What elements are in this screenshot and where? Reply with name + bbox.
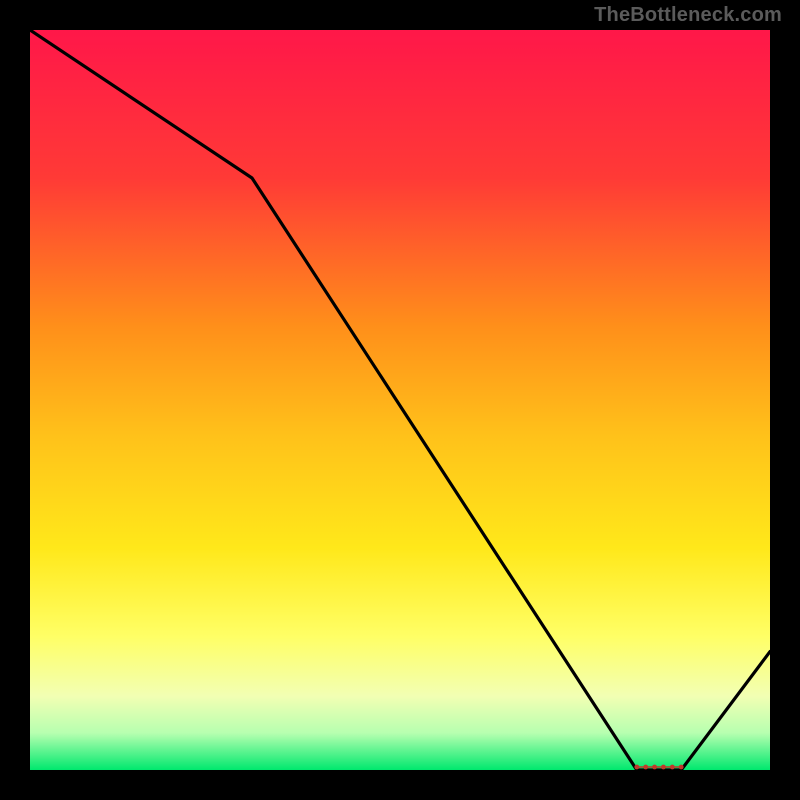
valley-marker (679, 765, 684, 770)
valley-marker (661, 765, 666, 770)
valley-marker (652, 765, 657, 770)
gradient-background (30, 30, 770, 770)
chart-svg (30, 30, 770, 770)
valley-marker (634, 765, 639, 770)
plot-area (30, 30, 770, 770)
watermark-label: TheBottleneck.com (594, 4, 782, 27)
chart-frame: TheBottleneck.com (0, 0, 800, 800)
valley-marker (643, 765, 648, 770)
valley-marker (670, 765, 675, 770)
